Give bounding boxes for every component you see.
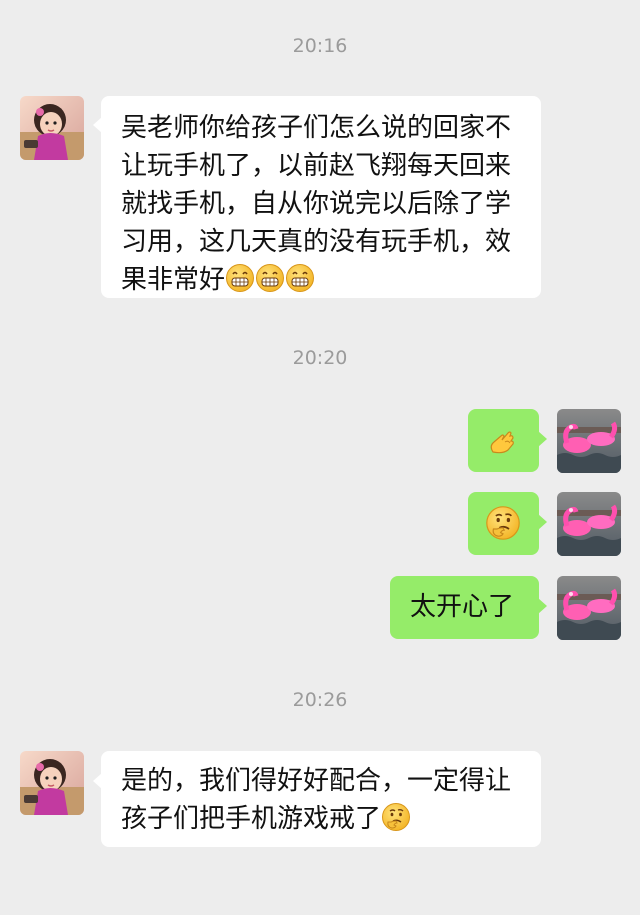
my-avatar[interactable]: [557, 492, 621, 556]
thinking-face-icon: [485, 505, 521, 541]
bubble-tail: [538, 598, 547, 614]
timestamp-3: 20:26: [292, 689, 348, 711]
bubble-tail: [538, 514, 547, 530]
bubble-tail: [538, 431, 547, 447]
bubble-tail: [93, 117, 102, 133]
thinking-face-icon: [381, 802, 411, 832]
my-avatar[interactable]: [557, 576, 621, 640]
message-bubble-4[interactable]: 太开心了: [390, 576, 547, 639]
contact-avatar[interactable]: [20, 96, 84, 160]
timestamp-2: 20:20: [292, 347, 348, 369]
bubble-tail: [93, 773, 102, 789]
message-bubble-5[interactable]: 是的，我们得好好配合，一定得让孩子们把手机游戏戒了: [93, 751, 541, 847]
message-text-1: 吴老师你给孩子们怎么说的回家不让玩手机了，以前赵飞翔每天回来就找手机，自从你说完…: [121, 113, 512, 295]
contact-avatar[interactable]: [20, 751, 84, 815]
avatar-image: [557, 492, 621, 556]
message-text-5: 是的，我们得好好配合，一定得让孩子们把手机游戏戒了: [121, 766, 512, 834]
ok-hand-icon: [485, 422, 521, 458]
message-bubble-1[interactable]: 吴老师你给孩子们怎么说的回家不让玩手机了，以前赵飞翔每天回来就找手机，自从你说完…: [93, 96, 541, 298]
message-bubble-3[interactable]: [468, 492, 547, 555]
message-bubble-2[interactable]: [468, 409, 547, 472]
avatar-image: [557, 576, 621, 640]
my-avatar[interactable]: [557, 409, 621, 473]
avatar-image: [20, 96, 84, 160]
avatar-image: [557, 409, 621, 473]
message-text-4: 太开心了: [410, 592, 515, 622]
grin-face-icon: [225, 263, 255, 293]
grin-face-icon: [285, 263, 315, 293]
timestamp-1: 20:16: [292, 35, 348, 57]
grin-face-icon: [255, 263, 285, 293]
avatar-image: [20, 751, 84, 815]
